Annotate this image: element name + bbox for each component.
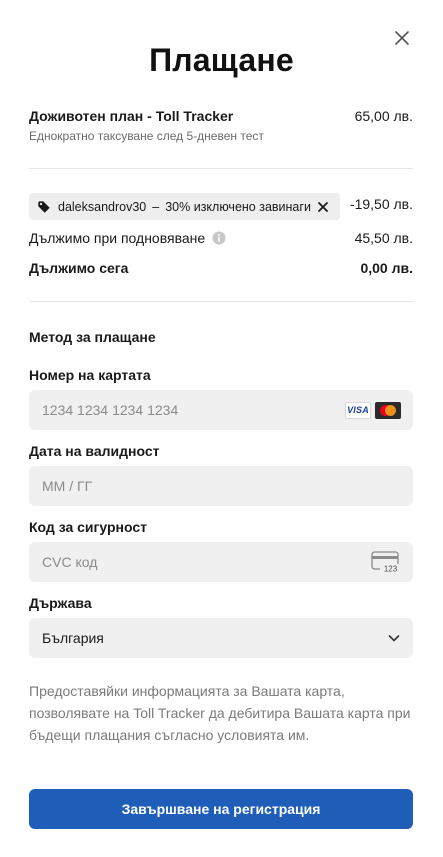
cvc-input[interactable]: CVC код 123	[29, 542, 413, 582]
visa-icon: VISA	[345, 401, 371, 419]
renewal-label: Дължимо при подновяване	[29, 230, 206, 246]
cvc-placeholder: CVC код	[42, 554, 98, 570]
plan-price: 65,00 лв.	[354, 108, 413, 124]
chevron-down-icon	[388, 635, 400, 642]
coupon-row: daleksandrov30 – 30% изключено завинаги …	[29, 193, 413, 221]
card-number-label: Номер на картата	[29, 367, 151, 383]
expiry-label: Дата на валидност	[29, 443, 160, 459]
complete-registration-button[interactable]: Завършване на регистрация	[29, 789, 413, 829]
divider	[29, 168, 413, 169]
country-label: Държава	[29, 595, 92, 611]
cvc-card-icon: 123	[371, 551, 401, 573]
remove-coupon-icon[interactable]	[317, 201, 329, 213]
cvc-icon-text: 123	[384, 565, 398, 574]
country-select[interactable]: България	[29, 618, 413, 658]
page-title: Плащане	[149, 42, 294, 78]
due-now-label: Дължимо сега	[29, 260, 129, 276]
coupon-amount: -19,50 лв.	[349, 196, 413, 212]
country-value: България	[42, 630, 104, 646]
expiry-placeholder: ММ / ГГ	[42, 478, 93, 494]
plan-subtitle: Еднократно таксуване след 5-дневен тест	[29, 129, 264, 143]
due-now-value: 0,00 лв.	[360, 260, 413, 276]
divider	[29, 301, 413, 302]
coupon-separator: –	[152, 199, 160, 214]
card-number-placeholder: 1234 1234 1234 1234	[42, 402, 179, 418]
card-number-input[interactable]: 1234 1234 1234 1234 VISA	[29, 390, 413, 430]
mastercard-icon	[375, 401, 401, 419]
disclaimer-text: Предоставяйки информацията за Вашата кар…	[29, 683, 411, 743]
coupon-description: 30% изключено завинаги	[165, 199, 311, 214]
expiry-input[interactable]: ММ / ГГ	[29, 466, 413, 506]
payment-method-title: Метод за плащане	[29, 329, 156, 345]
coupon-chip: daleksandrov30 – 30% изключено завинаги	[29, 193, 340, 220]
info-icon[interactable]	[212, 231, 226, 245]
cvc-label: Код за сигурност	[29, 519, 147, 535]
renewal-row: Дължимо при подновяване 45,50 лв.	[29, 230, 413, 246]
coupon-code: daleksandrov30	[58, 199, 147, 214]
due-now-row: Дължимо сега 0,00 лв.	[29, 260, 413, 276]
tag-icon	[38, 200, 50, 213]
plan-row: Доживотен план - Toll Tracker 65,00 лв. …	[29, 108, 413, 143]
renewal-value: 45,50 лв.	[354, 230, 413, 246]
